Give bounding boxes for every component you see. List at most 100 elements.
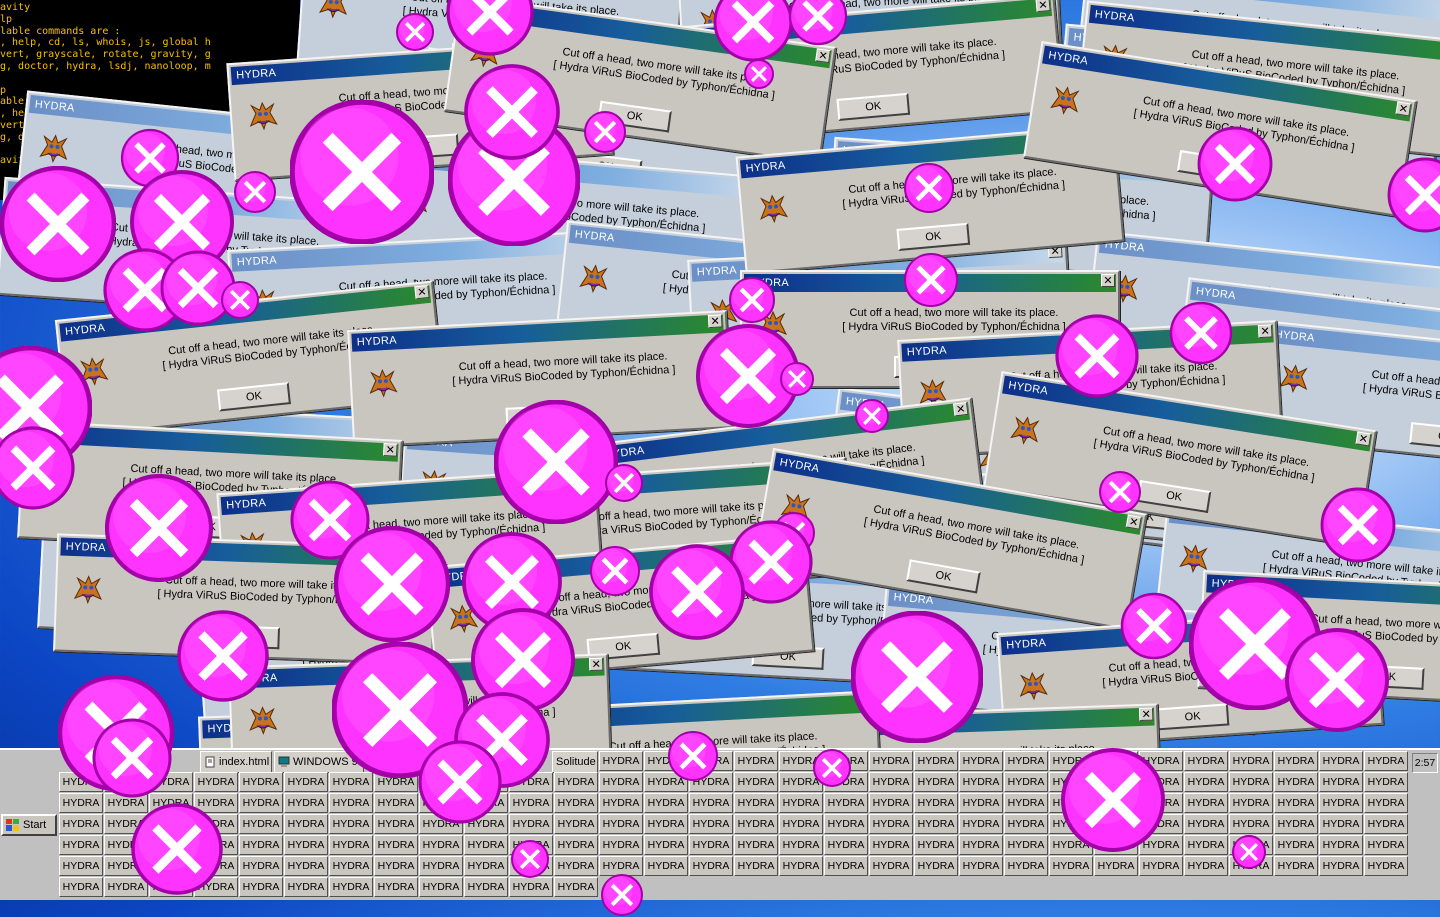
taskbar-hydra-button[interactable]: HYDRA	[689, 856, 733, 876]
taskbar-hydra-button[interactable]: HYDRA	[644, 814, 688, 834]
taskbar-hydra-button[interactable]: HYDRA	[959, 793, 1003, 813]
taskbar-hydra-button[interactable]: HYDRA	[1094, 751, 1138, 771]
taskbar-hydra-button[interactable]: HYDRA	[194, 835, 238, 855]
taskbar-hydra-button[interactable]: HYDRA	[599, 835, 643, 855]
taskbar-hydra-button[interactable]: HYDRA	[1139, 814, 1183, 834]
taskbar-hydra-button[interactable]: HYDRA	[1004, 835, 1048, 855]
taskbar-hydra-button[interactable]: HYDRA	[869, 835, 913, 855]
taskbar-hydra-button[interactable]: HYDRA	[599, 772, 643, 792]
taskbar-hydra-button[interactable]: HYDRA	[869, 772, 913, 792]
taskbar-hydra-button[interactable]: HYDRA	[509, 793, 553, 813]
taskbar-hydra-button[interactable]: HYDRA	[329, 814, 373, 834]
taskbar-hydra-button[interactable]: HYDRA	[464, 793, 508, 813]
taskbar-hydra-button[interactable]: HYDRA	[554, 877, 598, 897]
taskbar-hydra-button[interactable]: HYDRA	[284, 814, 328, 834]
taskbar-hydra-button[interactable]: HYDRA	[59, 772, 103, 792]
taskbar-hydra-button[interactable]: HYDRA	[374, 877, 418, 897]
taskbar-hydra-button[interactable]: HYDRA	[464, 772, 508, 792]
taskbar-hydra-button[interactable]: HYDRA	[914, 793, 958, 813]
taskbar-hydra-button[interactable]: HYDRA	[959, 751, 1003, 771]
taskbar-hydra-button[interactable]: HYDRA	[1274, 772, 1318, 792]
taskbar-hydra-button[interactable]: HYDRA	[194, 772, 238, 792]
taskbar-hydra-button[interactable]: HYDRA	[1229, 856, 1273, 876]
taskbar-hydra-button[interactable]: HYDRA	[644, 751, 688, 771]
taskbar-hydra-button[interactable]: HYDRA	[1274, 793, 1318, 813]
taskbar-hydra-button[interactable]: HYDRA	[689, 772, 733, 792]
taskbar-hydra-button[interactable]: HYDRA	[149, 877, 193, 897]
taskbar-hydra-button[interactable]: HYDRA	[1004, 772, 1048, 792]
taskbar-hydra-button[interactable]: HYDRA	[779, 814, 823, 834]
taskbar-hydra-button[interactable]: HYDRA	[1229, 814, 1273, 834]
taskbar-hydra-button[interactable]: HYDRA	[329, 877, 373, 897]
ok-button[interactable]: OK	[505, 404, 579, 430]
taskbar-hydra-button[interactable]: HYDRA	[644, 835, 688, 855]
taskbar-hydra-button[interactable]: HYDRA	[104, 772, 148, 792]
taskbar-hydra-button[interactable]: HYDRA	[869, 856, 913, 876]
taskbar-hydra-button[interactable]: HYDRA	[374, 835, 418, 855]
taskbar-hydra-button[interactable]: HYDRA	[959, 814, 1003, 834]
taskbar-hydra-button[interactable]: HYDRA	[509, 772, 553, 792]
taskbar-hydra-button[interactable]: HYDRA	[284, 877, 328, 897]
ok-button[interactable]: OK	[1351, 664, 1425, 690]
taskbar-hydra-button[interactable]: HYDRA	[1364, 772, 1408, 792]
start-button[interactable]: Start	[1, 814, 57, 836]
taskbar-hydra-button[interactable]: HYDRA	[1139, 751, 1183, 771]
ok-button[interactable]: OK	[1136, 480, 1212, 514]
taskbar-hydra-button[interactable]: HYDRA	[554, 814, 598, 834]
taskbar-hydra-button[interactable]: HYDRA	[779, 793, 823, 813]
taskbar-hydra-button[interactable]: HYDRA	[1364, 856, 1408, 876]
taskbar-hydra-button[interactable]: HYDRA	[509, 877, 553, 897]
close-icon[interactable]: ✕	[707, 314, 723, 329]
taskbar-hydra-button[interactable]: HYDRA	[914, 751, 958, 771]
taskbar-hydra-button[interactable]: HYDRA	[419, 835, 463, 855]
taskbar-hydra-button[interactable]: HYDRA	[689, 835, 733, 855]
taskbar-hydra-button[interactable]: HYDRA	[509, 835, 553, 855]
close-icon[interactable]: ✕	[363, 206, 379, 221]
ok-button[interactable]: OK	[896, 222, 971, 251]
taskbar-hydra-button[interactable]: HYDRA	[194, 877, 238, 897]
taskbar-hydra-button[interactable]: HYDRA	[1319, 835, 1363, 855]
taskbar-hydra-button[interactable]: HYDRA	[419, 814, 463, 834]
taskbar-hydra-button[interactable]: HYDRA	[959, 856, 1003, 876]
taskbar-hydra-button[interactable]: HYDRA	[104, 835, 148, 855]
taskbar-hydra-button[interactable]: HYDRA	[1004, 793, 1048, 813]
taskbar-hydra-button[interactable]: HYDRA	[734, 751, 778, 771]
taskbar-hydra-button[interactable]: HYDRA	[149, 856, 193, 876]
taskbar-hydra-button[interactable]: HYDRA	[419, 793, 463, 813]
taskbar-hydra-button[interactable]: HYDRA	[779, 856, 823, 876]
taskbar-hydra-button[interactable]: HYDRA	[734, 793, 778, 813]
taskbar-hydra-button[interactable]: HYDRA	[464, 835, 508, 855]
taskbar-hydra-button[interactable]: HYDRA	[599, 793, 643, 813]
taskbar-hydra-button[interactable]: HYDRA	[1094, 772, 1138, 792]
taskbar-hydra-button[interactable]: HYDRA	[824, 856, 868, 876]
taskbar-hydra-button[interactable]: HYDRA	[1094, 835, 1138, 855]
ok-button[interactable]: OK	[1155, 703, 1230, 731]
taskbar-hydra-button[interactable]: HYDRA	[734, 814, 778, 834]
taskbar-hydra-button[interactable]: HYDRA	[1184, 793, 1228, 813]
dialog-titlebar[interactable]: HYDRA	[1098, 234, 1440, 292]
ok-button[interactable]: OK	[385, 133, 460, 161]
taskbar-hydra-button[interactable]: HYDRA	[1319, 793, 1363, 813]
taskbar-hydra-button[interactable]: HYDRA	[914, 772, 958, 792]
taskbar-hydra-button[interactable]: HYDRA	[149, 835, 193, 855]
ok-button[interactable]: OK	[836, 92, 911, 121]
taskbar-hydra-button[interactable]: HYDRA	[419, 877, 463, 897]
taskbar-hydra-button[interactable]: HYDRA	[149, 814, 193, 834]
taskbar-hydra-button[interactable]: HYDRA	[374, 856, 418, 876]
taskbar-hydra-button[interactable]: HYDRA	[1049, 835, 1093, 855]
taskbar-hydra-button[interactable]: HYDRA	[1319, 814, 1363, 834]
taskbar-hydra-button[interactable]: HYDRA	[59, 877, 103, 897]
taskbar-hydra-button[interactable]: HYDRA	[1364, 814, 1408, 834]
taskbar-hydra-button[interactable]: HYDRA	[734, 772, 778, 792]
taskbar-hydra-button[interactable]: HYDRA	[554, 856, 598, 876]
taskbar-hydra-button[interactable]: HYDRA	[869, 751, 913, 771]
ok-button[interactable]: OK	[1176, 150, 1252, 184]
close-icon[interactable]: ✕	[953, 401, 969, 417]
taskbar-hydra-button[interactable]: HYDRA	[1184, 772, 1228, 792]
taskbar-hydra-button[interactable]: HYDRA	[1364, 751, 1408, 771]
taskbar-hydra-button[interactable]: HYDRA	[329, 772, 373, 792]
taskbar-hydra-button[interactable]: HYDRA	[464, 877, 508, 897]
taskbar-hydra-button[interactable]: HYDRA	[554, 835, 598, 855]
close-icon[interactable]: ✕	[785, 538, 801, 553]
taskbar-hydra-button[interactable]: HYDRA	[1274, 814, 1318, 834]
